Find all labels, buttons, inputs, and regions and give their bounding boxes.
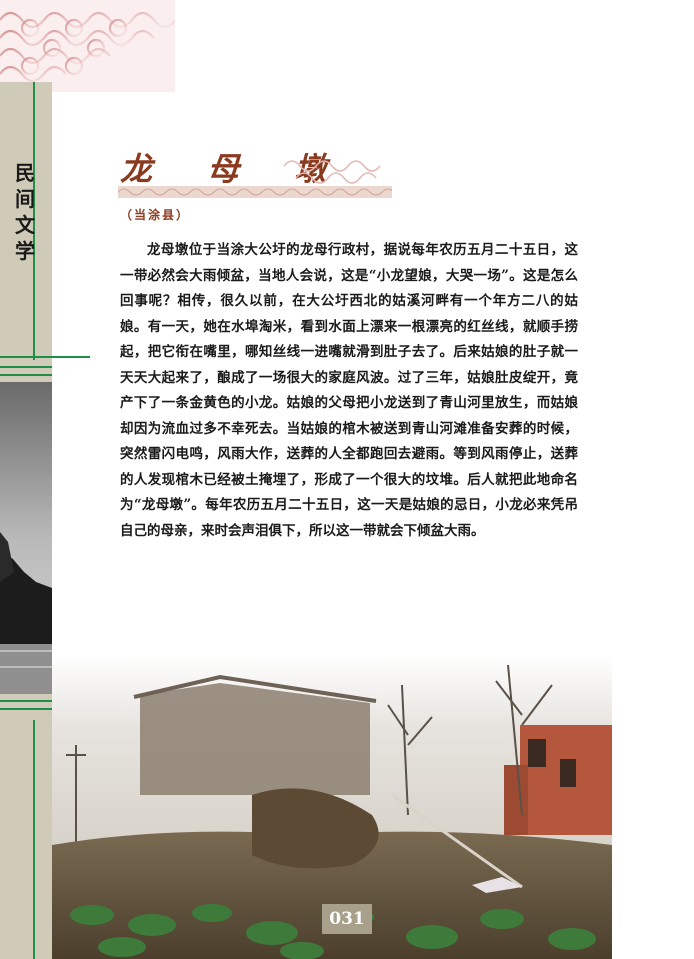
section-label-char: 间 [15,187,35,211]
section-label-char: 民 [15,161,35,185]
section-label-char: 学 [15,239,35,263]
green-rule [0,700,52,702]
river-landscape-image [0,382,52,694]
green-rule [0,366,52,368]
section-label-char: 文 [15,213,35,237]
green-rule [0,356,90,358]
section-label: 民 间 文 学 [14,160,36,264]
article-subtitle: （当涂县） [120,208,191,222]
page-number: 031 [322,904,372,934]
article-body: 龙母墩位于当涂大公圩的龙母行政村，据说每年农历五月二十五日，这一带必然会大雨倾盆… [120,238,578,544]
green-rule [0,708,52,710]
green-rule [0,374,52,376]
title-underline [118,186,392,198]
cloud-pattern-decoration [0,0,175,92]
body-paragraph: 龙母墩位于当涂大公圩的龙母行政村，据说每年农历五月二十五日，这一带必然会大雨倾盆… [120,242,578,539]
sidebar-divider [33,720,35,959]
